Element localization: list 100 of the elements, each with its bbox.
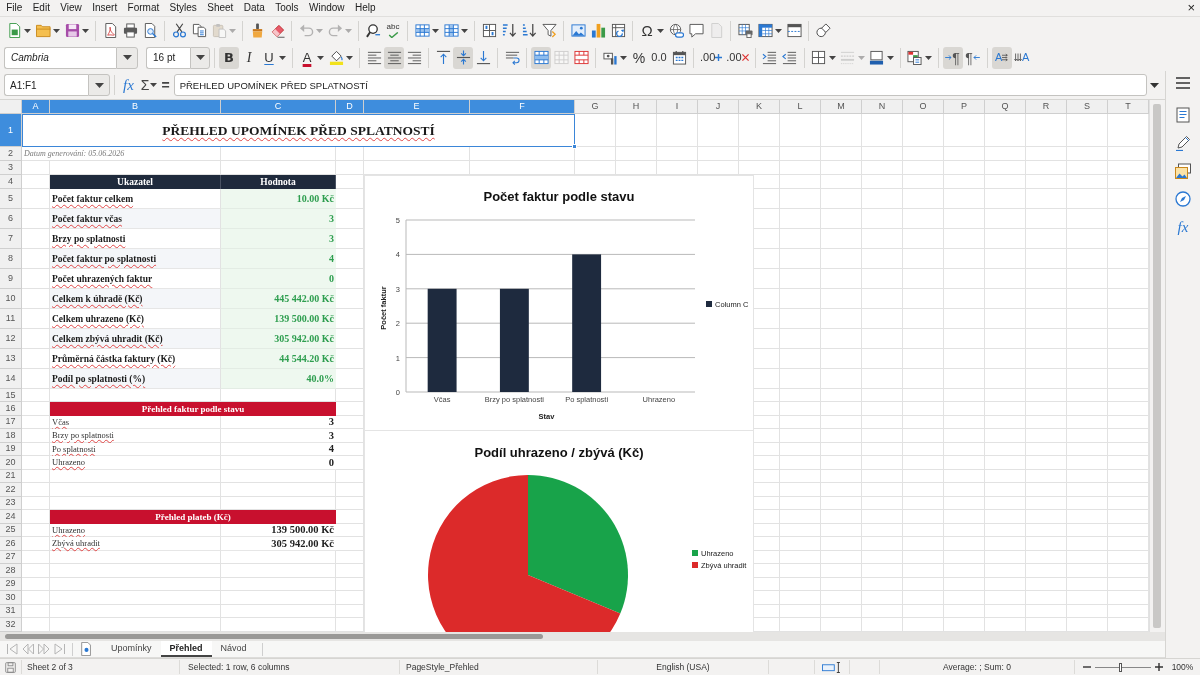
- underline-button[interactable]: U: [259, 46, 279, 69]
- column-header[interactable]: H: [616, 100, 657, 114]
- menu-item[interactable]: Window: [303, 1, 350, 15]
- page-style[interactable]: PageStyle_Přehled: [406, 662, 479, 672]
- percent-format-button[interactable]: %: [629, 46, 649, 69]
- caret-icon[interactable]: [150, 83, 158, 87]
- menu-icon[interactable]: [1175, 75, 1191, 91]
- row-header[interactable]: 5: [0, 189, 22, 209]
- caret-icon[interactable]: [432, 28, 439, 33]
- row-header[interactable]: 14: [0, 369, 22, 389]
- italic-button[interactable]: I: [239, 46, 259, 69]
- menu-item[interactable]: Sheet: [202, 1, 239, 15]
- menu-item[interactable]: Edit: [27, 1, 56, 15]
- formula-input[interactable]: PŘEHLED UPOMÍNEK PŘED SPLATNOSTÍ: [173, 74, 1147, 96]
- sheet-tab[interactable]: Návod: [211, 641, 256, 657]
- menu-item[interactable]: Styles: [164, 1, 203, 15]
- row-header[interactable]: 30: [0, 591, 22, 605]
- menu-item[interactable]: Insert: [87, 1, 123, 15]
- menu-item[interactable]: File: [1, 1, 28, 15]
- caret-icon[interactable]: [461, 28, 468, 33]
- bold-button[interactable]: B: [219, 46, 239, 69]
- right-to-left-button[interactable]: ¶: [962, 46, 983, 69]
- font-name-field[interactable]: Cambria: [4, 46, 116, 69]
- row-header[interactable]: 2: [0, 147, 22, 161]
- row-header[interactable]: 18: [0, 429, 22, 443]
- column-header[interactable]: T: [1108, 100, 1149, 114]
- dropdown-button[interactable]: [88, 74, 110, 96]
- caret-icon[interactable]: [924, 55, 932, 60]
- column-header[interactable]: S: [1067, 100, 1108, 114]
- row-header[interactable]: 15: [0, 389, 22, 402]
- row-header[interactable]: 26: [0, 537, 22, 551]
- fill-handle[interactable]: [572, 144, 577, 149]
- caret-icon[interactable]: [775, 28, 782, 33]
- row-header[interactable]: 10: [0, 289, 22, 309]
- merge-center-button[interactable]: [531, 46, 551, 69]
- caret-icon[interactable]: [1149, 82, 1159, 88]
- formula-button[interactable]: =: [159, 76, 174, 94]
- sheet-tab[interactable]: Přehled: [160, 641, 212, 657]
- menu-item[interactable]: Tools: [270, 1, 304, 15]
- row-header[interactable]: 13: [0, 349, 22, 369]
- column-header[interactable]: K: [739, 100, 780, 114]
- menu-item[interactable]: Help: [349, 1, 381, 15]
- caret-icon[interactable]: [53, 28, 60, 33]
- row-header[interactable]: 4: [0, 175, 22, 189]
- column-header[interactable]: N: [862, 100, 903, 114]
- scrollbar-thumb[interactable]: [1153, 104, 1161, 628]
- dropdown-button[interactable]: [190, 46, 210, 69]
- row-header[interactable]: 7: [0, 229, 22, 249]
- row-header[interactable]: 20: [0, 456, 22, 470]
- menu-item[interactable]: Format: [122, 1, 165, 15]
- caret-icon[interactable]: [346, 55, 353, 60]
- menu-item[interactable]: View: [55, 1, 87, 15]
- row-header[interactable]: 28: [0, 564, 22, 578]
- row-header[interactable]: 11: [0, 309, 22, 329]
- caret-icon[interactable]: [82, 28, 89, 33]
- gallery-icon[interactable]: [1175, 163, 1191, 179]
- column-header[interactable]: Q: [985, 100, 1026, 114]
- language-status[interactable]: English (USA): [656, 662, 710, 672]
- zoom-percent[interactable]: 100%: [1171, 662, 1194, 672]
- sheet-tab[interactable]: Upomínky: [102, 641, 161, 657]
- row-header[interactable]: 6: [0, 209, 22, 229]
- row-header[interactable]: 22: [0, 483, 22, 497]
- caret-icon[interactable]: [657, 28, 664, 33]
- add-decimal-button[interactable]: .00: [698, 46, 725, 69]
- merged-cell[interactable]: PŘEHLED UPOMÍNEK PŘED SPLATNOSTÍ: [22, 114, 575, 147]
- horizontal-scrollbar[interactable]: [0, 632, 1165, 641]
- column-header[interactable]: J: [698, 100, 739, 114]
- column-header[interactable]: G: [575, 100, 616, 114]
- text-direction-vertical-button[interactable]: A: [1011, 46, 1032, 69]
- functions-button[interactable]: fx: [1177, 219, 1189, 235]
- delete-decimal-button[interactable]: .00: [724, 46, 751, 69]
- column-header[interactable]: P: [944, 100, 985, 114]
- caret-icon[interactable]: [279, 55, 286, 60]
- close-button[interactable]: ×: [1187, 1, 1195, 15]
- number-format-button[interactable]: 0.0: [649, 46, 669, 69]
- menu-item[interactable]: Data: [238, 1, 271, 15]
- page-plus-icon[interactable]: [81, 642, 92, 656]
- slider-thumb[interactable]: [1119, 662, 1123, 672]
- special-character-button[interactable]: Ω: [637, 19, 657, 42]
- function-wizard-button[interactable]: fx: [120, 76, 137, 94]
- row-header[interactable]: 16: [0, 402, 22, 416]
- pen-icon[interactable]: [1175, 135, 1191, 151]
- rectangle-cursor-icon[interactable]: [822, 661, 842, 673]
- plus-icon[interactable]: [1155, 663, 1163, 671]
- name-box[interactable]: A1:F1: [4, 74, 88, 96]
- properties-icon[interactable]: [1175, 107, 1191, 123]
- row-header[interactable]: 9: [0, 269, 22, 289]
- sum-button[interactable]: Σ: [136, 76, 151, 94]
- column-header[interactable]: M: [821, 100, 862, 114]
- column-header[interactable]: I: [657, 100, 698, 114]
- left-to-right-button[interactable]: ¶: [942, 46, 963, 69]
- column-header[interactable]: R: [1026, 100, 1067, 114]
- caret-icon[interactable]: [828, 55, 836, 60]
- row-header[interactable]: 8: [0, 249, 22, 269]
- spelling-button[interactable]: abc: [383, 19, 403, 42]
- row-header[interactable]: 12: [0, 329, 22, 349]
- column-header[interactable]: O: [903, 100, 944, 114]
- caret-icon[interactable]: [317, 55, 324, 60]
- align-middle-button[interactable]: [453, 46, 473, 69]
- caret-icon[interactable]: [886, 55, 894, 60]
